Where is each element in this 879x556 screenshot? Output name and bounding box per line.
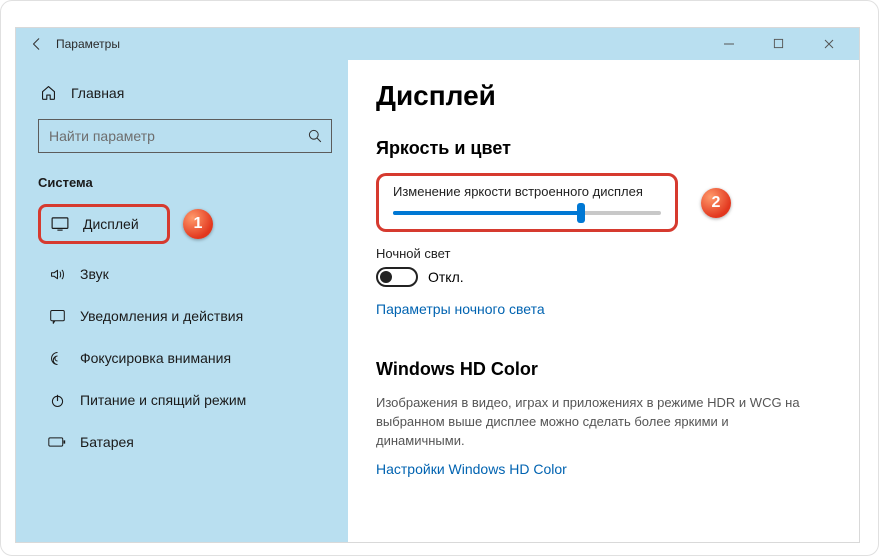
maximize-button[interactable] xyxy=(773,38,801,50)
display-icon xyxy=(51,215,69,233)
toggle-knob xyxy=(380,271,392,283)
window-title: Параметры xyxy=(56,37,120,51)
section-brightness-color: Яркость и цвет xyxy=(376,138,831,159)
close-button[interactable] xyxy=(823,38,851,50)
focus-icon xyxy=(48,349,66,367)
sidebar-item-label: Уведомления и действия xyxy=(80,308,243,324)
sidebar: Главная Система Дисплей 1 xyxy=(16,60,348,542)
sound-icon xyxy=(48,265,66,283)
hd-color-description: Изображения в видео, играх и приложениях… xyxy=(376,394,816,451)
sidebar-nav: Дисплей 1 Звук Уведомления и действи xyxy=(38,204,332,462)
battery-icon xyxy=(48,433,66,451)
night-light-label: Ночной свет xyxy=(376,246,831,261)
sidebar-section-label: Система xyxy=(38,175,332,190)
close-icon xyxy=(823,38,835,50)
back-button[interactable] xyxy=(30,37,44,51)
annotation-badge-2: 2 xyxy=(701,188,731,218)
sidebar-item-display[interactable]: Дисплей 1 xyxy=(38,204,170,244)
sidebar-item-label: Батарея xyxy=(80,434,134,450)
brightness-slider[interactable] xyxy=(393,211,661,215)
night-light-toggle[interactable] xyxy=(376,267,418,287)
brightness-control-box: Изменение яркости встроенного дисплея 2 xyxy=(376,173,678,232)
night-light-settings-link[interactable]: Параметры ночного света xyxy=(376,301,545,317)
search-icon xyxy=(307,128,323,144)
annotation-badge-1: 1 xyxy=(183,209,213,239)
brightness-slider-thumb[interactable] xyxy=(577,203,585,223)
main-content: Дисплей Яркость и цвет Изменение яркости… xyxy=(348,60,859,542)
titlebar: Параметры xyxy=(16,28,859,60)
brightness-label: Изменение яркости встроенного дисплея xyxy=(393,184,661,199)
notifications-icon xyxy=(48,307,66,325)
sidebar-item-focus[interactable]: Фокусировка внимания xyxy=(38,338,332,378)
section-hd-color: Windows HD Color xyxy=(376,359,831,380)
brightness-slider-fill xyxy=(393,211,581,215)
minimize-button[interactable] xyxy=(723,38,751,50)
sidebar-item-battery[interactable]: Батарея xyxy=(38,422,332,462)
settings-window: Параметры Гла xyxy=(15,27,860,543)
home-icon xyxy=(40,84,57,101)
minimize-icon xyxy=(723,38,735,50)
sidebar-home[interactable]: Главная xyxy=(40,84,332,101)
page-title: Дисплей xyxy=(376,80,831,112)
search-input-wrapper[interactable] xyxy=(38,119,332,153)
sidebar-home-label: Главная xyxy=(71,85,124,101)
sidebar-item-label: Фокусировка внимания xyxy=(80,350,231,366)
sidebar-item-label: Питание и спящий режим xyxy=(80,392,246,408)
maximize-icon xyxy=(773,38,784,49)
sidebar-item-power[interactable]: Питание и спящий режим xyxy=(38,380,332,420)
sidebar-item-notifications[interactable]: Уведомления и действия xyxy=(38,296,332,336)
sidebar-item-label: Звук xyxy=(80,266,109,282)
hd-color-settings-link[interactable]: Настройки Windows HD Color xyxy=(376,461,567,477)
sidebar-item-label: Дисплей xyxy=(83,216,139,232)
night-light-state: Откл. xyxy=(428,269,464,285)
power-icon xyxy=(48,391,66,409)
search-input[interactable] xyxy=(49,128,297,144)
sidebar-item-sound[interactable]: Звук xyxy=(38,254,332,294)
arrow-left-icon xyxy=(30,37,44,51)
